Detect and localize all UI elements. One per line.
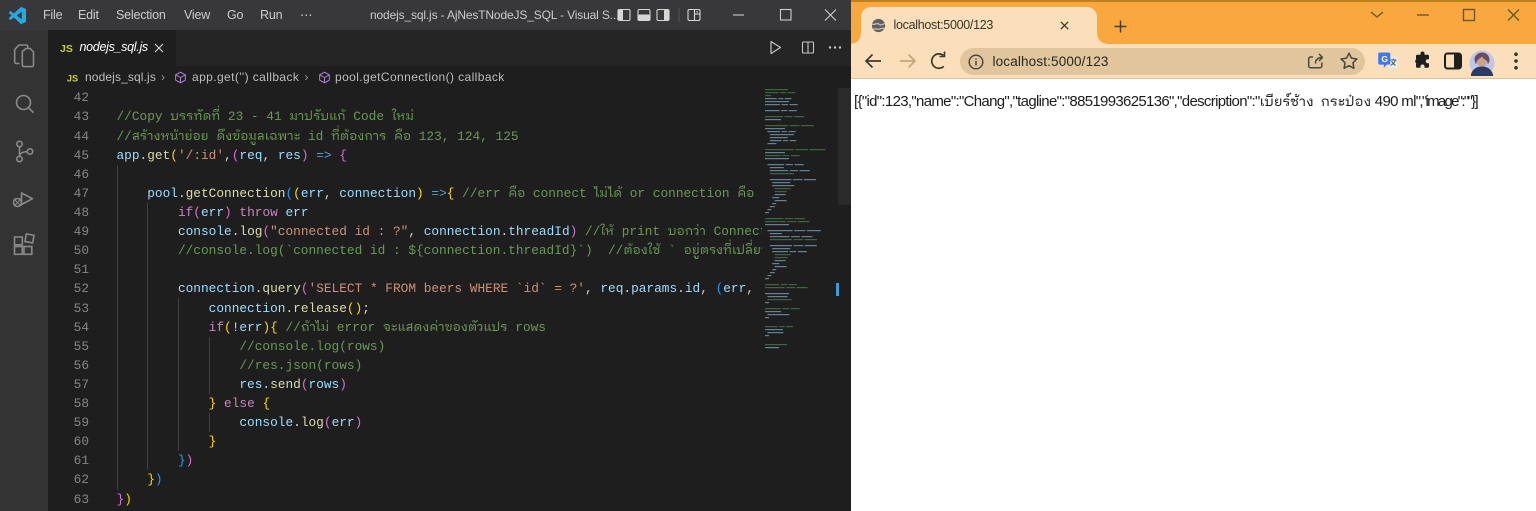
svg-text:G: G — [1381, 54, 1388, 64]
svg-text:JS: JS — [67, 73, 78, 83]
svg-text:JS: JS — [60, 43, 73, 55]
